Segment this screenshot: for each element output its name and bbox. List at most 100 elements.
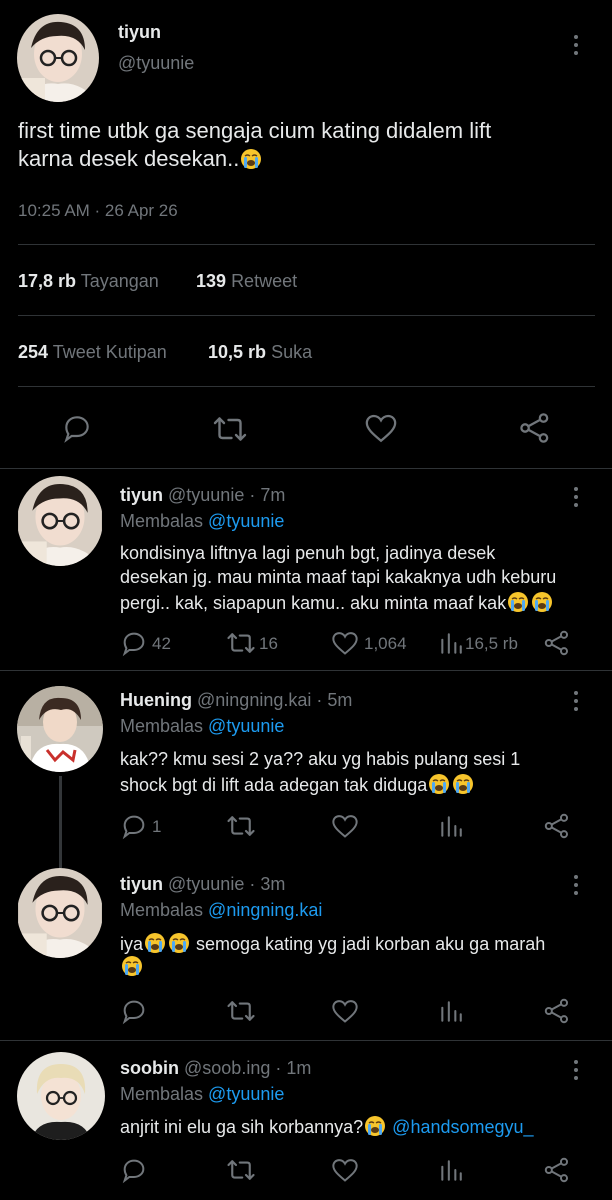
replying-to: Membalas @tyuunie <box>120 511 284 532</box>
reply-text-line2: shock bgt di lift ada adegan tak diduga <box>120 775 428 795</box>
reply-display-name[interactable]: Huening <box>120 690 192 710</box>
divider <box>18 315 595 316</box>
tweet-text-line2-wrap: karna desek desekan.. <box>18 146 263 172</box>
replying-prefix: Membalas <box>120 900 204 920</box>
loudly-crying-face-emoji <box>507 591 529 613</box>
reply-text-line1-wrap: iya semoga kating yg jadi korban aku ga … <box>120 932 545 955</box>
replying-prefix: Membalas <box>120 716 204 736</box>
heart-icon[interactable] <box>364 412 398 444</box>
share-icon[interactable] <box>543 629 571 657</box>
avatar-tiyun[interactable] <box>17 868 103 958</box>
more-vertical-icon[interactable] <box>572 487 580 507</box>
reply-text-line1: anjrit ini elu ga sih korbannya? <box>120 1117 364 1137</box>
reply-bubble-icon[interactable] <box>120 812 148 840</box>
heart-icon[interactable] <box>331 998 359 1024</box>
likes-stat[interactable]: 10,5 rb Suka <box>208 342 312 363</box>
loudly-crying-face-emoji <box>121 955 143 977</box>
avatar-huening[interactable] <box>17 686 103 772</box>
more-vertical-icon[interactable] <box>572 691 580 711</box>
quotes-count: 254 <box>18 342 49 362</box>
replying-to-link[interactable]: @tyuunie <box>208 1084 284 1104</box>
heart-icon[interactable] <box>331 813 359 839</box>
avatar-soobin[interactable] <box>17 1052 105 1140</box>
author-display-name[interactable]: tiyun <box>118 22 161 43</box>
replying-to-link[interactable]: @tyuunie <box>208 511 284 531</box>
more-vertical-icon[interactable] <box>572 1060 580 1080</box>
reply-text-line1-wrap: anjrit ini elu ga sih korbannya? @handso… <box>120 1115 534 1138</box>
loudly-crying-face-emoji <box>364 1115 386 1137</box>
tweet-timestamp[interactable]: 10:25 AM · 26 Apr 26 <box>18 201 178 221</box>
views-stat[interactable]: 17,8 rb Tayangan <box>18 271 159 292</box>
retweet-icon[interactable] <box>226 630 256 656</box>
loudly-crying-face-emoji <box>531 591 553 613</box>
share-icon[interactable] <box>543 1156 571 1184</box>
views-bar-chart-icon[interactable] <box>438 813 464 839</box>
reply-handle-time[interactable]: @tyuunie · 7m <box>168 485 285 505</box>
divider <box>0 468 612 469</box>
reply-text-line1: kak?? kmu sesi 2 ya?? aku yg habis pulan… <box>120 749 521 769</box>
author-handle[interactable]: @tyuunie <box>118 53 194 74</box>
tweet-text-line1: first time utbk ga sengaja cium kating d… <box>18 118 492 143</box>
thread-connector-line <box>59 776 62 868</box>
divider <box>0 670 612 671</box>
more-vertical-icon[interactable] <box>572 35 580 55</box>
retweet-icon[interactable] <box>226 998 256 1024</box>
reply-count: 42 <box>152 634 171 653</box>
loudly-crying-face-emoji <box>240 148 262 170</box>
replying-to: Membalas @ningning.kai <box>120 900 322 921</box>
share-icon[interactable] <box>543 812 571 840</box>
reply-text-line1: kondisinya liftnya lagi penuh bgt, jadin… <box>120 543 496 563</box>
reply-handle-time[interactable]: @ningning.kai · 5m <box>197 690 352 710</box>
like-count: 1,064 <box>364 634 407 653</box>
reply-text-line3-wrap: pergi.. kak, siapapun kamu.. aku minta m… <box>120 591 554 614</box>
reply-text-line2-wrap <box>120 955 144 978</box>
heart-icon[interactable] <box>331 630 359 656</box>
likes-label: Suka <box>271 342 313 362</box>
retweet-icon[interactable] <box>226 813 256 839</box>
reply-bubble-icon[interactable] <box>120 1156 148 1184</box>
views-bar-chart-icon[interactable] <box>438 630 464 656</box>
retweets-stat[interactable]: 139 Retweet <box>196 271 297 292</box>
reply-display-name[interactable]: soobin <box>120 1058 179 1078</box>
heart-icon[interactable] <box>331 1157 359 1183</box>
views-bar-chart-icon[interactable] <box>438 1157 464 1183</box>
retweet-icon[interactable] <box>212 414 248 444</box>
views-count: 17,8 rb <box>18 271 77 291</box>
avatar-tiyun[interactable] <box>17 476 103 566</box>
share-icon[interactable] <box>518 411 552 445</box>
replying-to-link[interactable]: @tyuunie <box>208 716 284 736</box>
reply-bubble-icon[interactable] <box>120 997 148 1025</box>
more-vertical-icon[interactable] <box>572 875 580 895</box>
reply-handle-time[interactable]: @tyuunie · 3m <box>168 874 285 894</box>
retweet-icon[interactable] <box>226 1157 256 1183</box>
loudly-crying-face-emoji <box>168 932 190 954</box>
reply-bubble-icon[interactable] <box>60 412 94 444</box>
loudly-crying-face-emoji <box>452 773 474 795</box>
reply-text-line3: pergi.. kak, siapapun kamu.. aku minta m… <box>120 593 507 613</box>
reply-count: 1 <box>152 817 162 836</box>
retweets-label: Retweet <box>231 271 298 291</box>
replying-to-link[interactable]: @ningning.kai <box>208 900 322 920</box>
replying-prefix: Membalas <box>120 1084 204 1104</box>
reply-display-name[interactable]: tiyun <box>120 874 163 894</box>
view-count: 16,5 rb <box>465 634 518 653</box>
reply-bubble-icon[interactable] <box>120 629 148 657</box>
share-icon[interactable] <box>543 997 571 1025</box>
reply-text-line2: desekan jg. mau minta maaf tapi kakaknya… <box>120 567 557 587</box>
reply-display-name[interactable]: tiyun <box>120 485 163 505</box>
divider <box>0 1040 612 1041</box>
replying-to: Membalas @tyuunie <box>120 1084 284 1105</box>
reply-handle-time[interactable]: @soob.ing · 1m <box>184 1058 311 1078</box>
reply-text-line2-wrap: shock bgt di lift ada adegan tak diduga <box>120 773 475 796</box>
likes-count: 10,5 rb <box>208 342 267 362</box>
views-bar-chart-icon[interactable] <box>438 998 464 1024</box>
replying-to: Membalas @tyuunie <box>120 716 284 737</box>
mention-link[interactable]: @handsomegyu_ <box>392 1117 533 1137</box>
retweet-count: 16 <box>259 634 278 653</box>
retweets-count: 139 <box>196 271 227 291</box>
reply-text-part-b: semoga kating yg jadi korban aku ga mara… <box>191 934 546 954</box>
replying-prefix: Membalas <box>120 511 204 531</box>
loudly-crying-face-emoji <box>144 932 166 954</box>
quotes-stat[interactable]: 254 Tweet Kutipan <box>18 342 167 363</box>
avatar-tiyun[interactable] <box>17 14 99 102</box>
